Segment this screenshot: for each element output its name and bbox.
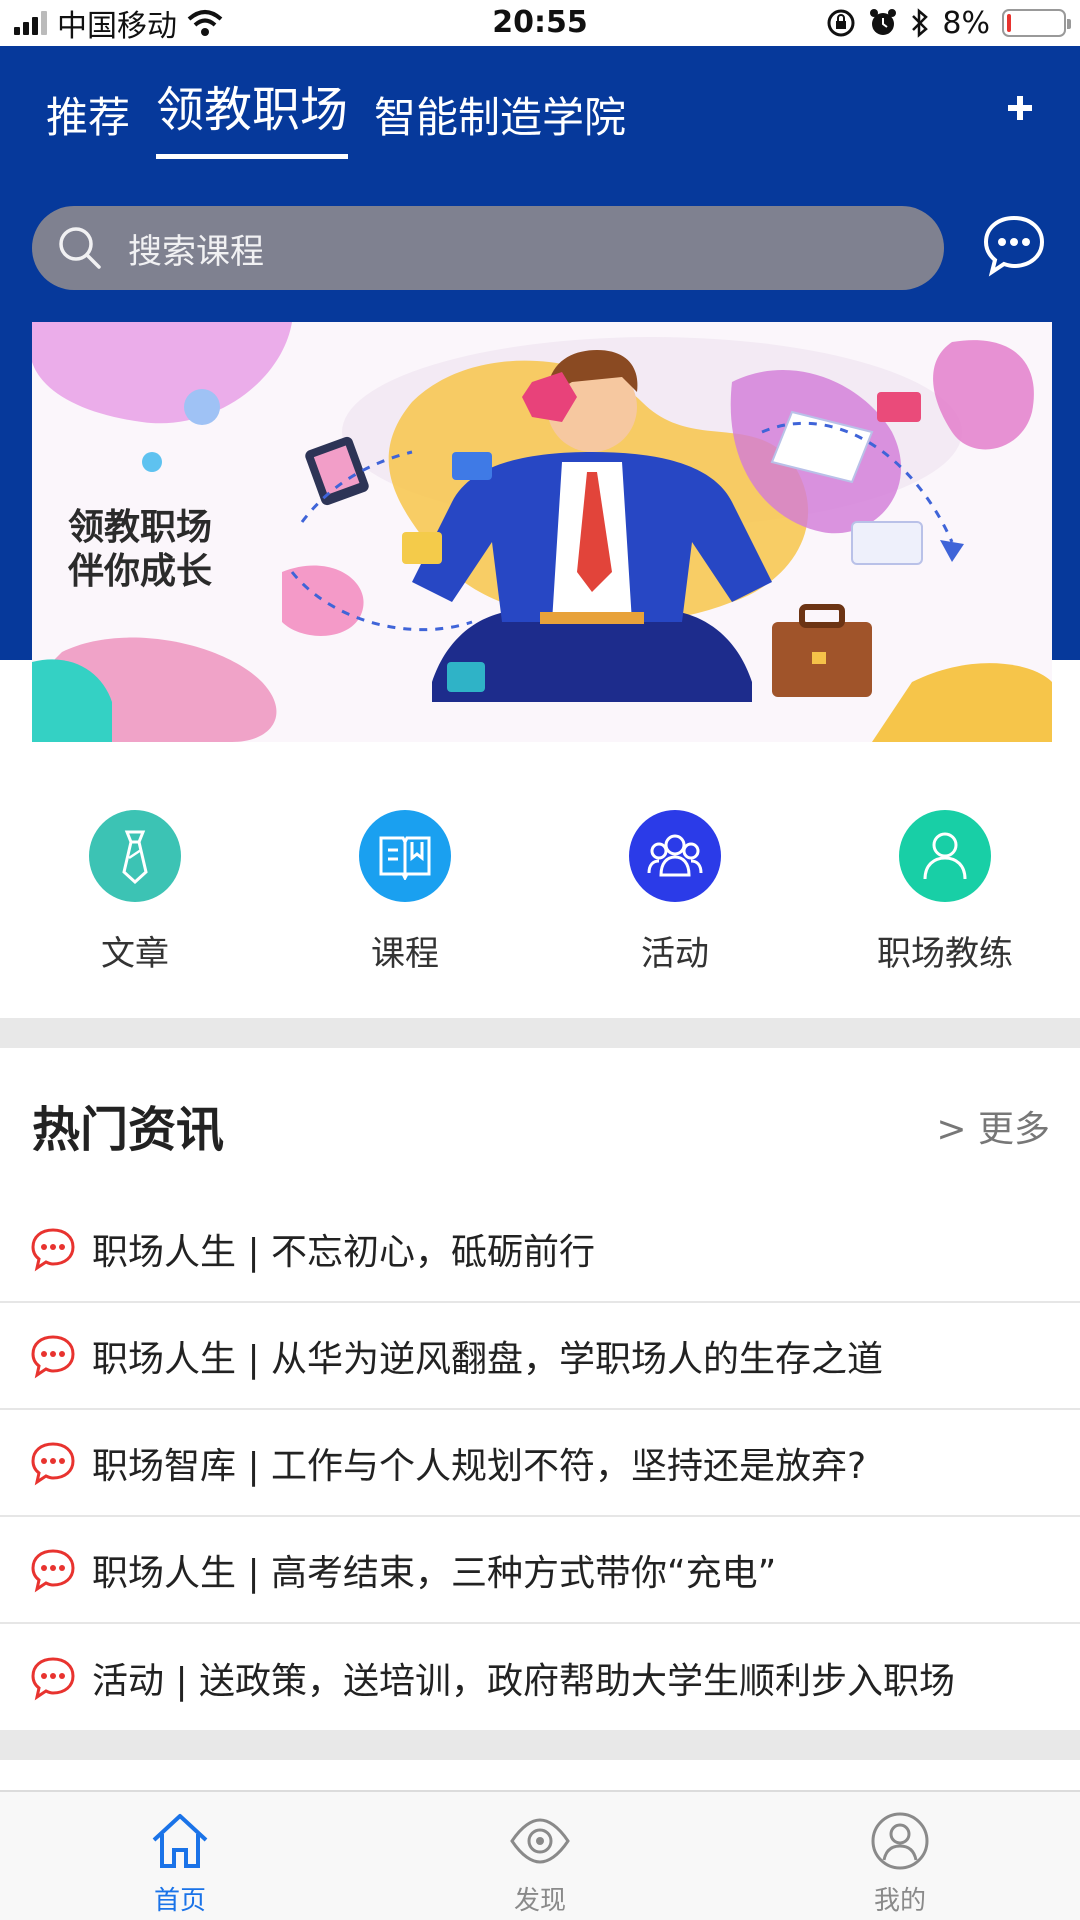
quick-nav-label: 文章: [101, 934, 169, 974]
news-list: 职场人生 | 不忘初心，砥砺前行职场人生 | 从华为逆风翻盘，学职场人的生存之道…: [0, 1196, 1080, 1731]
banner-title: 领教职场 伴你成长: [68, 506, 212, 594]
news-item[interactable]: 职场智库 | 工作与个人规划不符，坚持还是放弃?: [0, 1410, 1080, 1517]
quick-nav-coach[interactable]: 职场教练: [810, 810, 1080, 980]
battery-percent: 8%: [942, 5, 990, 41]
more-link[interactable]: > 更多: [936, 1100, 1050, 1152]
quick-nav-label: 职场教练: [877, 934, 1013, 974]
search-input[interactable]: 搜索课程: [32, 206, 944, 290]
nav-label: 我的: [873, 1886, 926, 1916]
status-bar: 中国移动 20:55 8%: [0, 0, 1080, 46]
chat-bubble-icon: [983, 215, 1045, 277]
person-icon: [923, 832, 967, 880]
eye-icon: [510, 1818, 570, 1864]
comment-icon: [31, 1334, 75, 1378]
nav-label: 首页: [153, 1886, 206, 1916]
group-icon: [647, 834, 703, 877]
battery-icon: [1002, 9, 1071, 37]
qn-icon-bg: [629, 810, 721, 902]
hot-news-title: 热门资讯: [32, 1102, 225, 1158]
tab-2[interactable]: 智能制造学院: [374, 84, 626, 159]
nav-mine[interactable]: 我的: [720, 1792, 1080, 1920]
news-item[interactable]: 职场人生 | 从华为逆风翻盘，学职场人的生存之道: [0, 1303, 1080, 1410]
tab-0[interactable]: 推荐: [46, 84, 130, 159]
news-title: 职场智库 | 工作与个人规划不符，坚持还是放弃?: [92, 1445, 867, 1487]
comment-icon: [31, 1656, 75, 1700]
tab-1[interactable]: 领教职场: [156, 70, 349, 159]
news-item[interactable]: 职场人生 | 不忘初心，砥砺前行: [0, 1196, 1080, 1303]
comment-icon: [31, 1227, 75, 1271]
quick-nav-articles[interactable]: 文章: [0, 810, 270, 980]
quick-nav-courses[interactable]: 课程: [270, 810, 540, 980]
nav-discover[interactable]: 发现: [360, 1792, 720, 1920]
search-icon: [59, 227, 101, 269]
nav-label: 发现: [513, 1886, 566, 1916]
quick-nav-label: 课程: [371, 934, 439, 974]
qn-icon-bg: [89, 810, 181, 902]
plus-icon: [1008, 96, 1032, 120]
news-item[interactable]: 职场人生 | 高考结束，三种方式带你“充电”: [0, 1517, 1080, 1624]
quick-nav-label: 活动: [641, 934, 709, 974]
home-icon: [152, 1814, 208, 1868]
section-divider: [0, 1018, 1080, 1048]
status-right: 8%: [826, 0, 1071, 46]
bottom-nav: 首页 发现 我的: [0, 1790, 1080, 1920]
tie-icon: [122, 830, 148, 884]
book-icon: [379, 836, 431, 880]
news-title: 职场人生 | 不忘初心，砥砺前行: [92, 1231, 596, 1273]
search-placeholder: 搜索课程: [128, 231, 264, 272]
comment-icon: [31, 1548, 75, 1592]
comment-icon: [31, 1441, 75, 1485]
alarm-icon: [870, 9, 897, 35]
news-item[interactable]: 活动 | 送政策，送培训，政府帮助大学生顺利步入职场: [0, 1624, 1080, 1731]
user-icon: [871, 1812, 929, 1870]
section-divider: [0, 1730, 1080, 1760]
rotation-lock-icon: [827, 9, 855, 37]
nav-home[interactable]: 首页: [0, 1792, 360, 1920]
banner-title-line1: 领教职场: [68, 507, 213, 548]
add-channel-button[interactable]: [998, 86, 1042, 130]
news-title: 职场人生 | 高考结束，三种方式带你“充电”: [92, 1552, 777, 1594]
message-button[interactable]: [980, 212, 1048, 280]
qn-icon-bg: [359, 810, 451, 902]
bluetooth-icon: [912, 8, 929, 38]
top-tabs: 推荐 领教职场 智能制造学院: [46, 70, 626, 159]
news-title: 职场人生 | 从华为逆风翻盘，学职场人的生存之道: [92, 1338, 884, 1380]
news-title: 活动 | 送政策，送培训，政府帮助大学生顺利步入职场: [92, 1660, 956, 1702]
banner-title-line2: 伴你成长: [68, 551, 213, 592]
promo-banner[interactable]: 领教职场 伴你成长: [32, 322, 1052, 742]
quick-nav-activities[interactable]: 活动: [540, 810, 810, 980]
qn-icon-bg: [899, 810, 991, 902]
quick-nav: 文章 课程 活动 职场教练: [0, 810, 1080, 980]
